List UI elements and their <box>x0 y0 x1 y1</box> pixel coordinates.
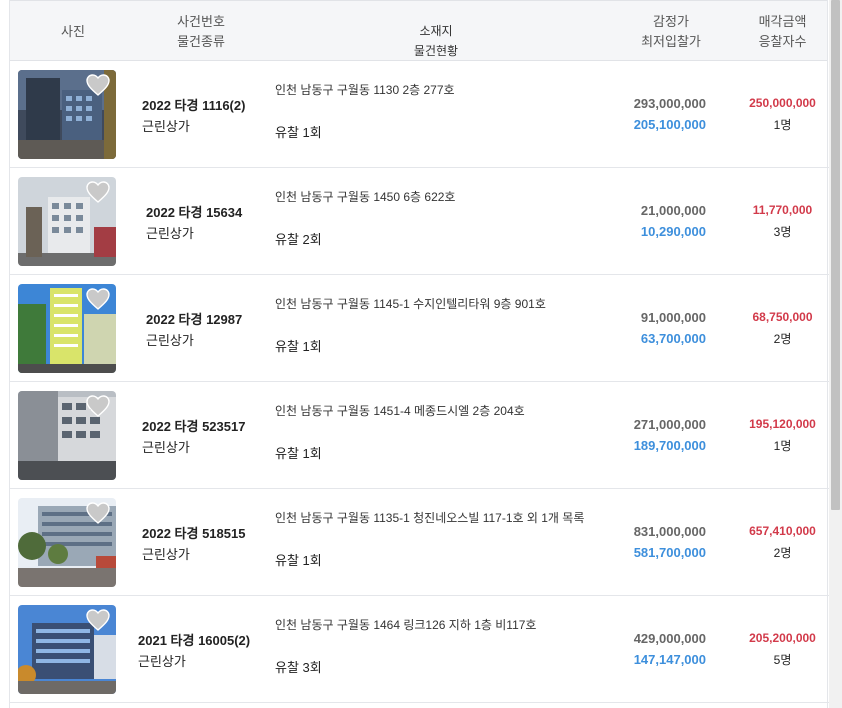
header-sale: 매각금액 응찰자수 <box>736 12 829 52</box>
min-bid-price: 205,100,000 <box>633 117 706 132</box>
case-number[interactable]: 2022 타경 518515 <box>142 523 245 542</box>
header-appraisal: 감정가 <box>653 14 689 29</box>
min-bid-price: 10,290,000 <box>640 224 706 239</box>
case-number[interactable]: 2022 타경 12987 <box>146 309 242 328</box>
property-address: 인천 남동구 구월동 1145-1 수지인텔리타워 9층 901호 <box>275 297 546 311</box>
header-address: 소재지 물건현황 <box>266 21 606 61</box>
appraisal-price: 271,000,000 <box>633 417 706 432</box>
heart-icon[interactable] <box>86 395 110 417</box>
header-bidders: 응찰자수 <box>758 34 807 49</box>
header-price: 감정가 최저입찰가 <box>606 12 736 52</box>
table-row[interactable]: 2022 타경 1116(2) 근린상가 인천 남동구 구월동 1130 2층 … <box>10 61 829 168</box>
bidder-count: 1명 <box>773 439 792 453</box>
appraisal-price: 293,000,000 <box>633 96 706 111</box>
table-row[interactable]: 2022 타경 518515 근린상가 인천 남동구 구월동 1135-1 청진… <box>10 489 829 596</box>
sale-price: 11,770,000 <box>752 203 813 217</box>
case-number[interactable]: 2022 타경 523517 <box>142 416 245 435</box>
table-row[interactable]: 2022 타경 523517 근린상가 인천 남동구 구월동 1451-4 메종… <box>10 382 829 489</box>
property-address: 인천 남동구 구월동 1451-4 메종드시엘 2층 204호 <box>275 404 525 418</box>
appraisal-price: 91,000,000 <box>640 310 706 325</box>
sale-price: 205,200,000 <box>749 631 816 645</box>
heart-icon[interactable] <box>86 181 110 203</box>
bidder-count: 2명 <box>773 546 792 560</box>
heart-icon[interactable] <box>86 74 110 96</box>
item-type: 근린상가 <box>142 440 190 455</box>
heart-icon[interactable] <box>86 502 110 524</box>
auction-status: 유찰 1회 <box>275 339 322 354</box>
property-photo[interactable] <box>18 605 116 694</box>
auction-status: 유찰 2회 <box>275 232 322 247</box>
appraisal-price: 831,000,000 <box>633 524 706 539</box>
auction-status: 유찰 1회 <box>275 125 322 140</box>
heart-icon[interactable] <box>86 609 110 631</box>
item-type: 근린상가 <box>146 226 194 241</box>
header-photo: 사진 <box>10 22 136 42</box>
property-address: 인천 남동구 구월동 1450 6층 622호 <box>275 190 456 204</box>
property-address: 인천 남동구 구월동 1135-1 청진네오스빌 117-1호 외 1개 목록 <box>275 511 585 525</box>
table-row[interactable]: 2021 타경 16005(2) 근린상가 인천 남동구 구월동 1464 링크… <box>10 596 829 703</box>
property-photo[interactable] <box>18 391 116 480</box>
sale-price: 250,000,000 <box>749 96 816 110</box>
vertical-scrollbar[interactable] <box>829 0 842 708</box>
appraisal-price: 21,000,000 <box>640 203 706 218</box>
auction-status: 유찰 1회 <box>275 446 322 461</box>
sale-price: 68,750,000 <box>752 310 813 324</box>
property-photo[interactable] <box>18 498 116 587</box>
table-header: 사진 사건번호 물건종류 소재지 물건현황 감정가 최저입찰가 매각금액 응찰자… <box>10 0 827 61</box>
min-bid-price: 581,700,000 <box>633 545 706 560</box>
auction-status: 유찰 1회 <box>275 553 322 568</box>
case-number[interactable]: 2022 타경 15634 <box>146 202 242 221</box>
header-item-status: 물건현황 <box>413 44 459 58</box>
bidder-count: 1명 <box>773 118 792 132</box>
bidder-count: 2명 <box>773 332 792 346</box>
table-row[interactable]: 2022 타경 15634 근린상가 인천 남동구 구월동 1450 6층 62… <box>10 168 829 275</box>
property-photo[interactable] <box>18 70 116 159</box>
property-photo[interactable] <box>18 284 116 373</box>
property-address: 인천 남동구 구월동 1130 2층 277호 <box>275 83 455 97</box>
sale-price: 195,120,000 <box>749 417 816 431</box>
header-item-type: 물건종류 <box>177 34 225 49</box>
item-type: 근린상가 <box>142 119 190 134</box>
property-address: 인천 남동구 구월동 1464 링크126 지하 1층 비117호 <box>275 618 537 632</box>
table-row[interactable]: 2022 타경 12987 근린상가 인천 남동구 구월동 1145-1 수지인… <box>10 275 829 382</box>
min-bid-price: 147,147,000 <box>633 652 706 667</box>
auction-list-table: 사진 사건번호 물건종류 소재지 물건현황 감정가 최저입찰가 매각금액 응찰자… <box>9 0 829 708</box>
sale-price: 657,410,000 <box>749 524 816 538</box>
heart-icon[interactable] <box>86 288 110 310</box>
case-number[interactable]: 2022 타경 1116(2) <box>142 95 245 114</box>
bidder-count: 3명 <box>773 225 792 239</box>
case-number[interactable]: 2021 타경 16005(2) <box>138 630 250 649</box>
header-location: 소재지 <box>419 24 453 38</box>
bidder-count: 5명 <box>773 653 792 667</box>
auction-status: 유찰 3회 <box>275 660 322 675</box>
appraisal-price: 429,000,000 <box>633 631 706 646</box>
header-case: 사건번호 물건종류 <box>136 12 266 52</box>
min-bid-price: 189,700,000 <box>633 438 706 453</box>
header-min-bid: 최저입찰가 <box>641 34 701 49</box>
header-case-number: 사건번호 <box>177 14 225 29</box>
header-sale-price: 매각금액 <box>758 14 807 29</box>
item-type: 근린상가 <box>146 333 194 348</box>
min-bid-price: 63,700,000 <box>640 331 706 346</box>
property-photo[interactable] <box>18 177 116 266</box>
header-photo-label: 사진 <box>61 24 85 39</box>
scrollbar-thumb[interactable] <box>831 0 840 510</box>
item-type: 근린상가 <box>138 654 186 669</box>
item-type: 근린상가 <box>142 547 190 562</box>
